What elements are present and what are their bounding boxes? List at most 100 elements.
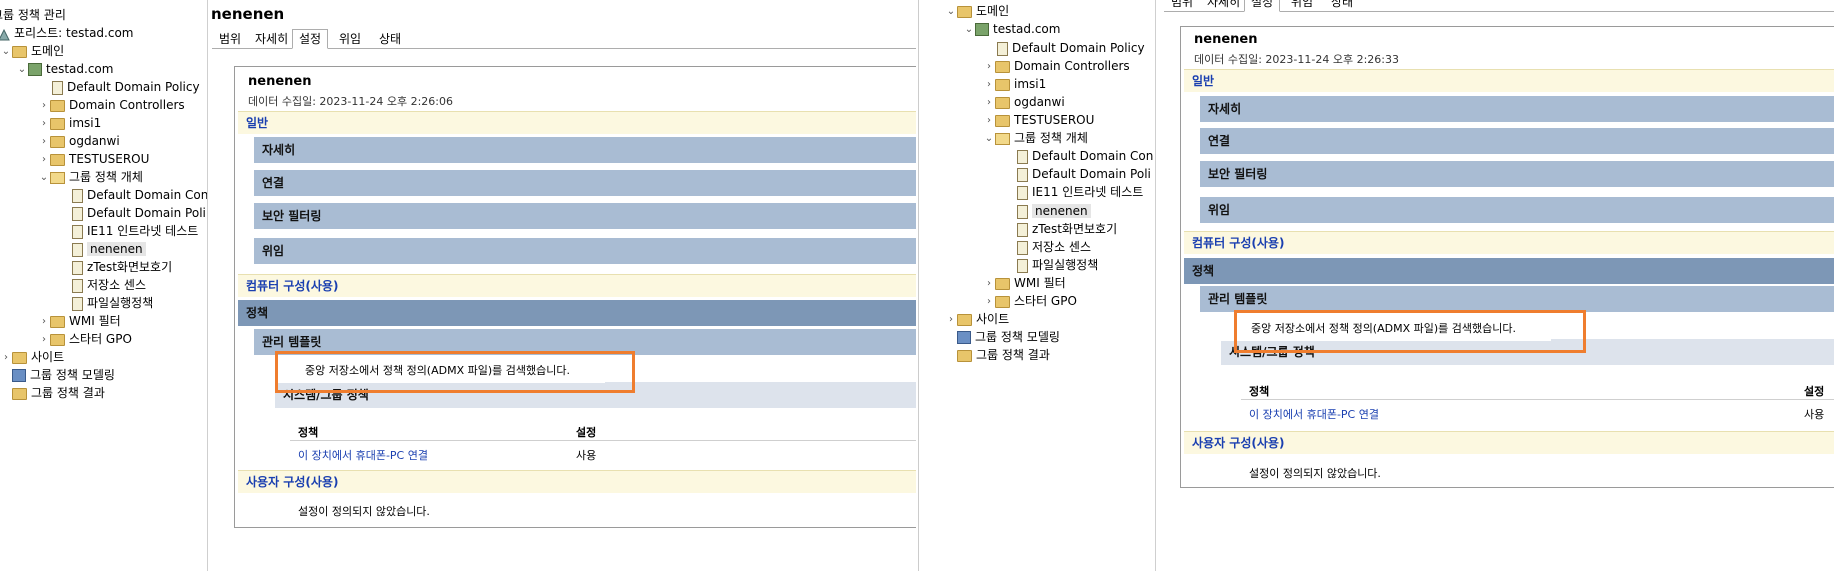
- tree-forest[interactable]: 포리스트: testad.com: [0, 24, 133, 42]
- tree-sites[interactable]: › 사이트: [945, 310, 1009, 328]
- tree-starter[interactable]: › 스타터 GPO: [983, 292, 1077, 310]
- tree-ddp[interactable]: Default Domain Policy: [983, 39, 1145, 57]
- tab-delegation[interactable]: 위임: [332, 29, 368, 49]
- tree-gpo-ztest[interactable]: zTest화면보호기: [1003, 220, 1117, 238]
- tree-domain-testad[interactable]: ⌄ testad.com: [16, 60, 113, 78]
- tree-imsi1[interactable]: › imsi1: [983, 75, 1046, 93]
- tree-gpo-ddp[interactable]: Default Domain Poli: [1003, 165, 1151, 183]
- section-links[interactable]: 연결: [1200, 128, 1834, 154]
- tree-modeling[interactable]: 그룹 정책 모델링: [0, 366, 115, 384]
- section-delegation[interactable]: 위임: [1200, 197, 1834, 223]
- chevron-right-icon[interactable]: ›: [983, 112, 995, 130]
- tree-testuserou[interactable]: › TESTUSEROU: [983, 111, 1094, 129]
- tab-settings[interactable]: 설정: [1244, 0, 1281, 12]
- tab-scope[interactable]: 범위: [212, 29, 248, 49]
- chevron-right-icon[interactable]: ›: [945, 311, 957, 329]
- chevron-right-icon[interactable]: ›: [983, 94, 995, 112]
- gpo-link-icon: [997, 41, 1008, 56]
- tree-gpo-fileexec[interactable]: 파일실행정책: [58, 294, 153, 312]
- tab-details[interactable]: 자세히: [248, 29, 295, 49]
- chevron-right-icon[interactable]: ›: [38, 331, 50, 349]
- section-details[interactable]: 자세히: [1200, 96, 1834, 122]
- tree-domains[interactable]: ⌄ 도메인: [0, 42, 64, 60]
- chevron-right-icon[interactable]: ›: [983, 58, 995, 76]
- tree-testuserou[interactable]: › TESTUSEROU: [38, 150, 149, 168]
- chevron-right-icon[interactable]: ›: [38, 97, 50, 115]
- tree-ddp[interactable]: Default Domain Policy: [38, 78, 200, 96]
- section-user-config[interactable]: 사용자 구성(사용): [1184, 431, 1834, 454]
- tree-gpo-storage[interactable]: 저장소 센스: [1003, 238, 1091, 256]
- tree-dc[interactable]: › Domain Controllers: [983, 57, 1130, 75]
- tree-ogdanwi[interactable]: › ogdanwi: [983, 93, 1065, 111]
- section-general[interactable]: 일반: [238, 111, 916, 134]
- tree-gpo-ddp[interactable]: Default Domain Poli: [58, 204, 206, 222]
- tab-scope[interactable]: 범위: [1164, 0, 1200, 12]
- tree-ogdanwi[interactable]: › ogdanwi: [38, 132, 120, 150]
- section-security-filtering[interactable]: 보안 필터링: [254, 203, 916, 229]
- chevron-down-icon[interactable]: ⌄: [0, 43, 12, 61]
- chevron-right-icon[interactable]: ›: [38, 115, 50, 133]
- chevron-right-icon[interactable]: ›: [38, 151, 50, 169]
- section-computer-config[interactable]: 컴퓨터 구성(사용): [1184, 231, 1834, 254]
- chevron-down-icon[interactable]: ⌄: [945, 3, 957, 21]
- tree-gpo-fileexec[interactable]: 파일실행정책: [1003, 256, 1098, 274]
- section-policy[interactable]: 정책: [238, 300, 916, 326]
- tree-imsi1[interactable]: › imsi1: [38, 114, 101, 132]
- policy-link[interactable]: 이 장치에서 휴대폰-PC 연결: [298, 447, 428, 463]
- tree-root[interactable]: 그룹 정책 관리: [0, 6, 66, 24]
- chevron-down-icon[interactable]: ⌄: [963, 21, 975, 39]
- section-security-filtering[interactable]: 보안 필터링: [1200, 161, 1834, 187]
- chevron-right-icon[interactable]: ›: [38, 133, 50, 151]
- section-policy[interactable]: 정책: [1184, 258, 1834, 284]
- tree-domains[interactable]: ⌄ 도메인: [945, 2, 1009, 20]
- chevron-down-icon[interactable]: ⌄: [16, 61, 28, 79]
- tab-settings[interactable]: 설정: [292, 29, 329, 49]
- tree-sites[interactable]: › 사이트: [0, 348, 64, 366]
- tree-domain-testad[interactable]: ⌄ testad.com: [963, 20, 1060, 38]
- section-links[interactable]: 연결: [254, 170, 916, 196]
- domains-folder-icon: [957, 5, 972, 18]
- settings-report: nenenen 데이터 수집일: 2023-11-24 오후 2:26:33 일…: [1180, 26, 1834, 488]
- chevron-down-icon[interactable]: ⌄: [38, 169, 50, 187]
- tree-gpo-ztest[interactable]: zTest화면보호기: [58, 258, 172, 276]
- tab-details[interactable]: 자세히: [1200, 0, 1247, 12]
- chevron-down-icon[interactable]: ⌄: [983, 130, 995, 148]
- tree-starter[interactable]: › 스타터 GPO: [38, 330, 132, 348]
- tree-gpo-ddc[interactable]: Default Domain Con: [58, 186, 207, 204]
- tree-gpo-ddc[interactable]: Default Domain Con: [1003, 147, 1153, 165]
- tree-gpo-storage[interactable]: 저장소 센스: [58, 276, 146, 294]
- tab-status[interactable]: 상태: [1324, 0, 1360, 12]
- tree-modeling[interactable]: 그룹 정책 모델링: [945, 328, 1060, 346]
- section-delegation[interactable]: 위임: [254, 238, 916, 264]
- tab-delegation[interactable]: 위임: [1284, 0, 1320, 12]
- open-folder-icon: [50, 171, 65, 184]
- section-details[interactable]: 자세히: [254, 137, 916, 163]
- chevron-right-icon[interactable]: ›: [0, 349, 12, 367]
- chevron-right-icon[interactable]: ›: [38, 313, 50, 331]
- section-admin-templates[interactable]: 관리 템플릿: [1200, 286, 1834, 312]
- tree-gpo-ie11[interactable]: IE11 인트라넷 테스트: [1003, 183, 1143, 201]
- tree-wmi[interactable]: › WMI 필터: [983, 274, 1066, 292]
- section-user-config[interactable]: 사용자 구성(사용): [238, 470, 916, 493]
- policy-setting-value: 사용: [576, 449, 597, 462]
- chevron-right-icon[interactable]: ›: [983, 275, 995, 293]
- tree-wmi[interactable]: › WMI 필터: [38, 312, 121, 330]
- tree-gpo-ie11[interactable]: IE11 인트라넷 테스트: [58, 222, 198, 240]
- chevron-right-icon[interactable]: ›: [983, 76, 995, 94]
- section-computer-config[interactable]: 컴퓨터 구성(사용): [238, 274, 916, 297]
- tree-gpo-objects[interactable]: ⌄ 그룹 정책 개체: [38, 168, 143, 186]
- tab-strip: 범위 자세히 설정 위임 상태: [212, 29, 916, 49]
- tree-dc[interactable]: › Domain Controllers: [38, 96, 185, 114]
- tree-gpo-nenenen[interactable]: nenenen: [1003, 202, 1091, 220]
- policy-link[interactable]: 이 장치에서 휴대폰-PC 연결: [1249, 406, 1379, 422]
- section-general[interactable]: 일반: [1184, 69, 1834, 92]
- tree-results[interactable]: 그룹 정책 결과: [0, 384, 105, 402]
- chevron-right-icon[interactable]: ›: [983, 293, 995, 311]
- tree-gpo-objects[interactable]: ⌄ 그룹 정책 개체: [983, 129, 1088, 147]
- gpo-icon: [1017, 240, 1028, 255]
- tab-status[interactable]: 상태: [372, 29, 408, 49]
- gpo-icon: [72, 278, 83, 293]
- tree-gpo-nenenen[interactable]: nenenen: [58, 240, 146, 258]
- tree-results[interactable]: 그룹 정책 결과: [945, 346, 1050, 364]
- left-detail-pane: nenenen 범위 자세히 설정 위임 상태 nenenen 데이터 수집일:…: [208, 0, 916, 571]
